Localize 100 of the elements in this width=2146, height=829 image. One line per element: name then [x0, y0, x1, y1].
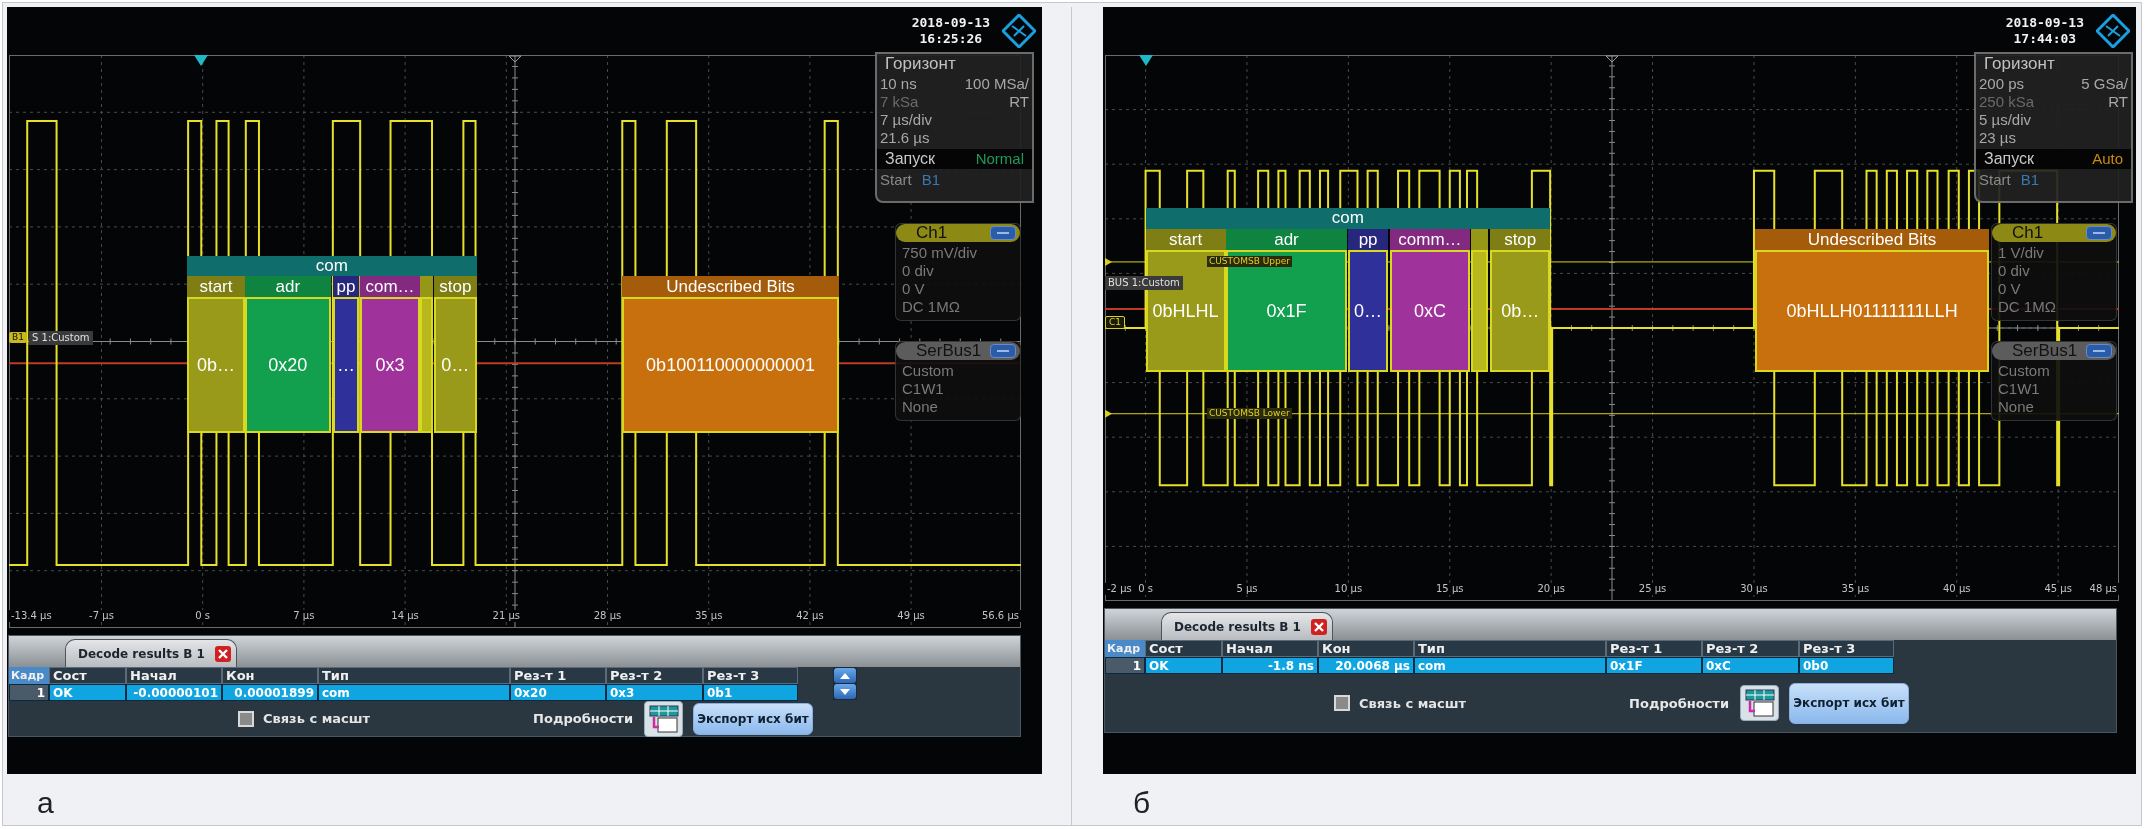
scroll-up-button[interactable] — [834, 668, 856, 683]
channel-name: Ch1 — [2012, 224, 2044, 242]
checkbox[interactable] — [1334, 695, 1350, 711]
axis-tick-label: 0 s — [1136, 583, 1155, 595]
setting-value: 0 div — [1997, 262, 2031, 280]
table-cell: 0x20 — [510, 684, 606, 701]
results-tab[interactable]: Decode results B 1 — [65, 639, 237, 667]
axis-tick-label: 56.6 µs — [979, 610, 1021, 622]
channel-name: Ch1 — [916, 224, 948, 242]
table-details-button[interactable] — [1740, 685, 1779, 721]
channel-panel[interactable]: Ch1 750 mV/div 0 div 0 V DC 1MΩ — [895, 223, 1021, 321]
field-label: pp — [332, 276, 360, 297]
setting-value: 10 ns — [880, 75, 917, 93]
field-label: stop — [1490, 229, 1551, 250]
bus-label: S 1:Custom — [29, 331, 93, 345]
setting-value: 1 V/div — [1997, 244, 2045, 262]
column-header[interactable]: Рез-т 2 — [606, 667, 703, 684]
field-label: start — [187, 276, 245, 297]
details-label: Подробности — [1629, 695, 1729, 711]
setting-value: DC 1MΩ — [901, 298, 961, 316]
trigger-marker-icon — [194, 55, 209, 66]
channel-marker: B1 — [9, 332, 27, 343]
setting-value: C1W1 — [901, 380, 945, 398]
tab-label: Decode results B 1 — [78, 646, 205, 661]
axis-tick-label: 21 µs — [490, 610, 522, 622]
trigger-type: Start — [880, 171, 912, 189]
column-header[interactable]: Рез-т 1 — [510, 667, 606, 684]
export-button[interactable]: Экспорт исх бит — [1789, 682, 1909, 724]
field-label: com… — [360, 276, 420, 297]
setting-value: Custom — [1997, 362, 2051, 380]
checkbox[interactable] — [238, 710, 254, 727]
serial-bus-name: SerBus1 — [2012, 342, 2078, 360]
column-header[interactable]: Кон — [222, 667, 318, 684]
horizontal-settings-panel[interactable]: Горизонт 10 ns 100 MSa/ 7 kSa RT 7 µs/div 21.6 µs Запуск Normal Start B1 — [875, 52, 1034, 203]
setting-value: 0 div — [901, 262, 935, 280]
minimize-button[interactable] — [990, 226, 1016, 240]
decoded-field: 0… — [1348, 250, 1388, 372]
channel-marker: C1 — [1105, 316, 1125, 329]
decoded-field: 0b… — [187, 297, 245, 433]
channel-panel[interactable]: Ch1 1 V/div 0 div 0 V DC 1MΩ — [1991, 223, 2117, 321]
axis-tick-label: 15 µs — [1434, 583, 1466, 595]
time-text: 16:25:26 — [919, 31, 983, 47]
column-header[interactable]: Рез-т 3 — [1799, 640, 1894, 657]
close-button[interactable] — [1310, 618, 1327, 635]
results-tab[interactable]: Decode results B 1 — [1161, 612, 1333, 640]
setting-value: C1W1 — [1997, 380, 2041, 398]
panel-title: Горизонт — [1983, 54, 2056, 75]
trigger-title: Запуск — [1984, 150, 2035, 168]
field-label: pp — [1348, 229, 1388, 250]
column-header[interactable]: Начал — [126, 667, 222, 684]
field-label: stop — [434, 276, 477, 297]
decoded-field: 0b… — [1490, 250, 1551, 372]
serial-bus-panel[interactable]: SerBus1 Custom C1W1 None — [895, 341, 1021, 421]
table-cell: OK — [49, 684, 126, 701]
minimize-button[interactable] — [990, 344, 1016, 358]
trigger-source: B1 — [2020, 171, 2040, 189]
column-header[interactable]: Тип — [318, 667, 510, 684]
figure-caption: б — [1132, 785, 1151, 820]
table-row[interactable]: 1 OK -0.00000101 0.00001899 com 0x20 0x3 0b1 — [9, 684, 798, 701]
column-header[interactable]: Рез-т 2 — [1702, 640, 1799, 657]
close-button[interactable] — [214, 645, 231, 662]
minimize-button[interactable] — [2086, 226, 2112, 240]
setting-value: 7 µs/div — [880, 111, 932, 129]
table-cell: com — [1414, 657, 1606, 674]
export-button[interactable]: Экспорт исх бит — [693, 702, 813, 735]
caret-up-icon — [840, 672, 850, 679]
setting-value: RT — [2108, 93, 2128, 111]
column-header[interactable]: Сост — [1145, 640, 1222, 657]
column-header[interactable]: Сост — [49, 667, 126, 684]
scrollbar[interactable] — [833, 667, 857, 700]
axis-tick-label: 45 µs — [2042, 583, 2074, 595]
setting-value: 0 V — [901, 280, 926, 298]
field-label: Undescribed Bits — [1754, 229, 1990, 250]
scroll-down-button[interactable] — [834, 684, 856, 699]
date-text: 2018-09-13 — [2005, 15, 2084, 31]
center-marker-icon — [508, 55, 522, 63]
axis-tick-label: 20 µs — [1535, 583, 1567, 595]
field-label: comm… — [1389, 229, 1470, 250]
axis-tick-label: 49 µs — [895, 610, 927, 622]
table-details-button[interactable] — [644, 700, 683, 737]
minimize-button[interactable] — [2086, 344, 2112, 358]
serial-bus-panel[interactable]: SerBus1 Custom C1W1 None — [1991, 341, 2117, 421]
field-label: adr — [1225, 229, 1348, 250]
axis-tick-label: 14 µs — [389, 610, 421, 622]
column-header[interactable]: Рез-т 1 — [1606, 640, 1702, 657]
axis-tick-label: -7 µs — [87, 610, 116, 622]
table-cell: 20.0068 µs — [1318, 657, 1414, 674]
horizontal-settings-panel[interactable]: Горизонт 200 ps 5 GSa/ 250 kSa RT 5 µs/div 23 µs Запуск Auto Start B1 — [1974, 52, 2133, 203]
table-row[interactable]: 1 OK -1.8 ns 20.0068 µs com 0x1F 0xC 0b0 — [1105, 657, 1894, 674]
axis-tick-label: 48 µs — [2087, 583, 2119, 595]
row-number: 1 — [9, 684, 49, 701]
setting-value: 5 µs/div — [1979, 111, 2031, 129]
decoded-field: … — [332, 297, 360, 433]
center-marker-icon — [1605, 55, 1619, 63]
axis-tick-label: 30 µs — [1738, 583, 1770, 595]
setting-value: Custom — [901, 362, 955, 380]
column-header[interactable]: Рез-т 3 — [703, 667, 798, 684]
column-header[interactable]: Начал — [1222, 640, 1318, 657]
column-header[interactable]: Тип — [1414, 640, 1606, 657]
column-header[interactable]: Кон — [1318, 640, 1414, 657]
